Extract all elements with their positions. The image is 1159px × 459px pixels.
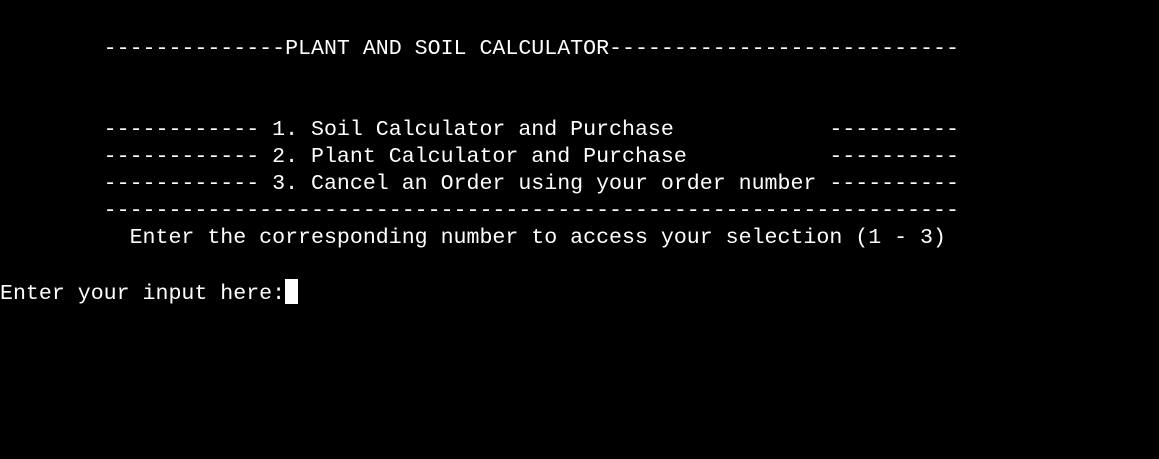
terminal-window[interactable]: --------------PLANT AND SOIL CALCULATOR-…	[0, 0, 1159, 459]
menu-option-soil-calculator: ------------ 1. Soil Calculator and Purc…	[0, 118, 959, 142]
input-prompt-label: Enter your input here:	[0, 282, 286, 306]
menu-divider: ----------------------------------------…	[0, 199, 959, 223]
selection-instruction: Enter the corresponding number to access…	[0, 226, 946, 250]
input-line[interactable]: Enter your input here:	[0, 279, 299, 306]
app-title-banner: --------------PLANT AND SOIL CALCULATOR-…	[0, 37, 959, 61]
menu-option-plant-calculator: ------------ 2. Plant Calculator and Pur…	[0, 145, 959, 169]
text-cursor	[285, 279, 299, 304]
menu-option-cancel-order: ------------ 3. Cancel an Order using yo…	[0, 172, 959, 196]
